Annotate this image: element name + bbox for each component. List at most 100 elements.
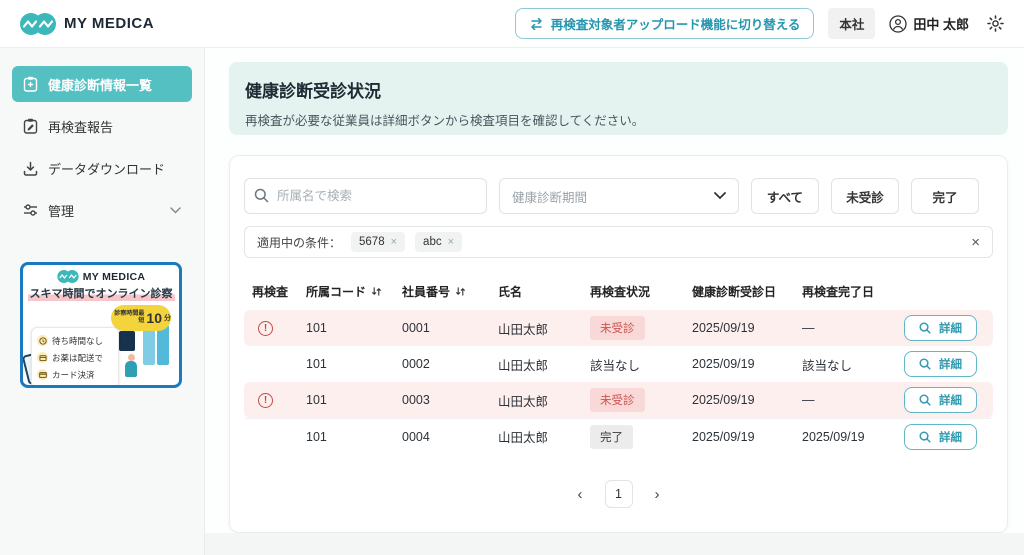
column-header-dept-code[interactable]: 所属コード xyxy=(306,283,402,300)
sidebar-item-label: データダウンロード xyxy=(48,159,165,178)
sidebar-item-health-checkup-list[interactable]: 健康診断情報一覧 xyxy=(12,66,192,102)
cell-checkup-date: 2025/09/19 xyxy=(692,321,802,335)
download-icon xyxy=(23,161,38,176)
filter-chip[interactable]: 5678 × xyxy=(351,232,405,252)
sidebar-ad-banner[interactable]: MY MEDICA スキマ時間でオンライン診察 診察時間最短 10 分 xyxy=(20,262,182,388)
cell-checkup-date: 2025/09/19 xyxy=(692,357,802,371)
chevron-down-icon xyxy=(170,207,181,214)
chevron-down-icon xyxy=(714,192,726,200)
cell-name: 山田太郎 xyxy=(498,391,590,410)
pagination-prev-button[interactable]: ‹ xyxy=(578,486,583,503)
sort-icon[interactable] xyxy=(371,286,382,297)
table-row: 101 0002 山田太郎 該当なし 2025/09/19 該当なし 詳細 xyxy=(244,346,993,382)
detail-button-label: 詳細 xyxy=(939,356,962,372)
ad-time-badge: 診察時間最短 10 分 xyxy=(111,305,171,331)
status-filter-all-button[interactable]: すべて xyxy=(751,178,819,214)
app-logo: MY MEDICA xyxy=(20,13,154,35)
department-search xyxy=(244,178,487,214)
illustration-person xyxy=(125,361,137,377)
chip-remove-icon[interactable]: × xyxy=(391,236,397,248)
applied-filters-label: 適用中の条件： xyxy=(257,234,341,251)
applied-filters-bar: 適用中の条件： 5678 × abc × × xyxy=(244,226,993,258)
column-header-employee-no[interactable]: 社員番号 xyxy=(402,283,498,300)
ad-badge-label: 診察時間最短 xyxy=(111,311,144,324)
ad-feature-item: お薬は配送で xyxy=(37,349,113,366)
detail-button-label: 詳細 xyxy=(939,429,962,445)
detail-button[interactable]: 詳細 xyxy=(904,424,977,450)
sort-icon[interactable] xyxy=(455,286,466,297)
pagination: ‹ 1 › xyxy=(244,480,993,508)
top-header: MY MEDICA 再検査対象者アップロード機能に切り替える 本社 田中 太郎 xyxy=(0,0,1024,48)
status-badge: 未受診 xyxy=(590,316,645,340)
column-header-name: 氏名 xyxy=(498,283,590,300)
search-icon xyxy=(919,431,931,443)
cell-employee-no: 0004 xyxy=(402,430,498,444)
status-badge: 完了 xyxy=(590,425,633,449)
sidebar-item-admin[interactable]: 管理 xyxy=(12,192,192,228)
status-filter-pending-button[interactable]: 未受診 xyxy=(831,178,899,214)
cell-employee-no: 0003 xyxy=(402,393,498,407)
sidebar-item-label: 健康診断情報一覧 xyxy=(48,75,152,94)
detail-button[interactable]: 詳細 xyxy=(904,315,977,341)
detail-button[interactable]: 詳細 xyxy=(904,387,977,413)
ad-feature-card: 待ち時間なし お薬は配送で カード決済 xyxy=(31,327,119,388)
page-bottom-strip xyxy=(205,533,1024,555)
clipboard-list-icon xyxy=(23,76,38,92)
search-icon xyxy=(919,322,931,334)
filter-chip-value: 5678 xyxy=(359,236,385,248)
ad-logo: MY MEDICA xyxy=(23,270,179,283)
switch-upload-mode-button[interactable]: 再検査対象者アップロード機能に切り替える xyxy=(515,8,815,39)
user-menu[interactable]: 田中 太郎 xyxy=(889,14,969,33)
sidebar-item-label: 再検査報告 xyxy=(48,117,113,136)
chip-remove-icon[interactable]: × xyxy=(448,236,454,248)
cell-checkup-date: 2025/09/19 xyxy=(692,393,802,407)
filter-chip-value: abc xyxy=(423,236,442,248)
clipboard-edit-icon xyxy=(23,118,38,134)
cell-employee-no: 0002 xyxy=(402,357,498,371)
sidebar-item-recheck-report[interactable]: 再検査報告 xyxy=(12,108,192,144)
settings-gear-icon[interactable] xyxy=(987,15,1004,32)
pagination-next-button[interactable]: › xyxy=(655,486,660,503)
detail-button[interactable]: 詳細 xyxy=(904,351,977,377)
cell-dept-code: 101 xyxy=(306,430,402,444)
credit-card-icon xyxy=(37,369,48,380)
main-content: 健康診断受診状況 再検査が必要な従業員は詳細ボタンから検査項目を確認してください… xyxy=(205,48,1024,555)
status-filter-done-button[interactable]: 完了 xyxy=(911,178,979,214)
user-name: 田中 太郎 xyxy=(913,14,969,33)
cell-name: 山田太郎 xyxy=(498,427,590,446)
filter-bar: 健康診断期間 すべて 未受診 完了 xyxy=(244,178,993,214)
swap-arrows-icon xyxy=(529,18,544,30)
ad-feature-label: カード決済 xyxy=(52,369,95,381)
sliders-icon xyxy=(23,203,38,217)
filter-chip[interactable]: abc × xyxy=(415,232,462,252)
cell-dept-code: 101 xyxy=(306,357,402,371)
detail-button-label: 詳細 xyxy=(939,392,962,408)
clear-all-filters-icon[interactable]: × xyxy=(971,235,980,250)
sidebar-item-label: 管理 xyxy=(48,201,74,220)
results-card: 健康診断期間 すべて 未受診 完了 適用中の条件： 5678 × abc xyxy=(229,155,1008,533)
medicine-delivery-icon xyxy=(37,352,48,363)
page-subtitle: 再検査が必要な従業員は詳細ボタンから検査項目を確認してください。 xyxy=(245,110,992,129)
search-icon xyxy=(254,188,269,208)
ad-feature-label: 待ち時間なし xyxy=(52,335,103,347)
office-badge: 本社 xyxy=(828,8,875,39)
illustration-shape xyxy=(143,329,155,365)
table-row: ! 101 0001 山田太郎 未受診 2025/09/19 — 詳細 xyxy=(244,310,993,346)
column-header-checkup-date: 健康診断受診日 xyxy=(692,283,802,300)
pagination-page-1[interactable]: 1 xyxy=(605,480,633,508)
checkup-period-select[interactable]: 健康診断期間 xyxy=(499,178,739,214)
brand-mark-icon xyxy=(20,13,56,35)
cell-name: 山田太郎 xyxy=(498,355,590,374)
table-row: ! 101 0003 山田太郎 未受診 2025/09/19 — 詳細 xyxy=(244,382,993,418)
recheck-alert-icon: ! xyxy=(258,321,273,336)
sidebar: 健康診断情報一覧 再検査報告 データダウンロード 管理 xyxy=(0,48,205,555)
switch-upload-mode-label: 再検査対象者アップロード機能に切り替える xyxy=(551,14,801,33)
cell-recheck-done-date: — xyxy=(802,321,902,335)
department-search-input[interactable] xyxy=(244,178,487,214)
column-header-status: 再検査状況 xyxy=(590,283,692,300)
ad-badge-value: 10 xyxy=(146,310,162,326)
ad-feature-item: 待ち時間なし xyxy=(37,332,113,349)
sidebar-item-data-download[interactable]: データダウンロード xyxy=(12,150,192,186)
table-row: 101 0004 山田太郎 完了 2025/09/19 2025/09/19 詳… xyxy=(244,418,993,454)
brand-mark-icon xyxy=(57,270,79,283)
